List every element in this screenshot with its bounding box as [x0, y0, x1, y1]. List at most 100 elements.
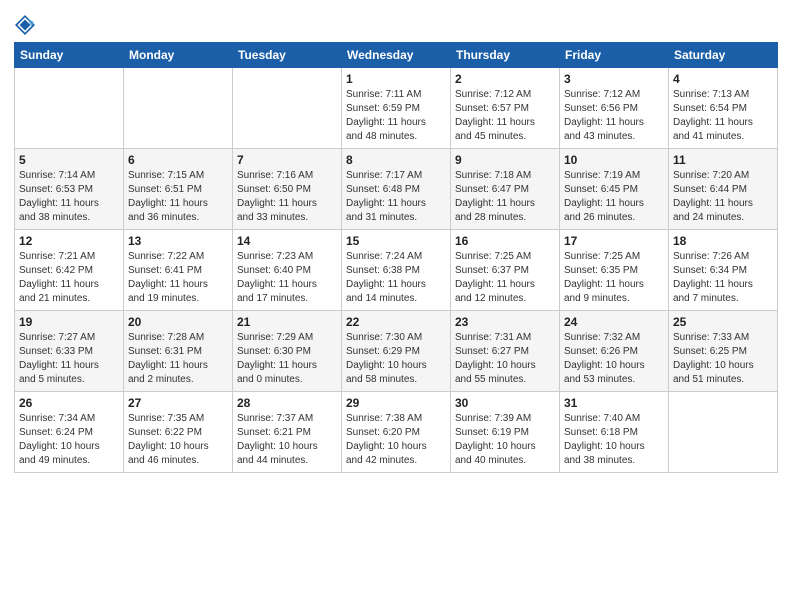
day-number: 19 [19, 315, 119, 329]
day-info: Sunrise: 7:18 AMSunset: 6:47 PMDaylight:… [455, 169, 555, 225]
day-info: Sunrise: 7:34 AMSunset: 6:24 PMDaylight:… [19, 412, 119, 468]
calendar-cell: 16 Sunrise: 7:25 AMSunset: 6:37 PMDayligh… [451, 230, 560, 311]
calendar-cell: 11 Sunrise: 7:20 AMSunset: 6:44 PMDayligh… [669, 149, 778, 230]
day-info: Sunrise: 7:40 AMSunset: 6:18 PMDaylight:… [564, 412, 664, 468]
calendar-cell: 19 Sunrise: 7:27 AMSunset: 6:33 PMDayligh… [15, 311, 124, 392]
day-number: 3 [564, 72, 664, 86]
calendar-cell: 30 Sunrise: 7:39 AMSunset: 6:19 PMDayligh… [451, 392, 560, 473]
day-number: 15 [346, 234, 446, 248]
calendar-cell: 13 Sunrise: 7:22 AMSunset: 6:41 PMDayligh… [124, 230, 233, 311]
day-number: 22 [346, 315, 446, 329]
day-number: 30 [455, 396, 555, 410]
calendar-body: 1 Sunrise: 7:11 AMSunset: 6:59 PMDaylight… [15, 68, 778, 473]
day-number: 4 [673, 72, 773, 86]
calendar-cell: 26 Sunrise: 7:34 AMSunset: 6:24 PMDayligh… [15, 392, 124, 473]
day-info: Sunrise: 7:32 AMSunset: 6:26 PMDaylight:… [564, 331, 664, 387]
day-info: Sunrise: 7:25 AMSunset: 6:37 PMDaylight:… [455, 250, 555, 306]
day-info: Sunrise: 7:29 AMSunset: 6:30 PMDaylight:… [237, 331, 337, 387]
page-container: SundayMondayTuesdayWednesdayThursdayFrid… [0, 0, 792, 483]
day-info: Sunrise: 7:33 AMSunset: 6:25 PMDaylight:… [673, 331, 773, 387]
calendar-cell: 31 Sunrise: 7:40 AMSunset: 6:18 PMDayligh… [560, 392, 669, 473]
logo [14, 14, 38, 36]
calendar-cell: 12Sunrise: 7:21 AMSunset: 6:42 PMDayligh… [15, 230, 124, 311]
weekday-header-sunday: Sunday [15, 43, 124, 68]
day-info: Sunrise: 7:14 AMSunset: 6:53 PMDaylight:… [19, 169, 119, 225]
calendar-cell: 28Sunrise: 7:37 AMSunset: 6:21 PMDayligh… [233, 392, 342, 473]
day-info: Sunrise: 7:13 AMSunset: 6:54 PMDaylight:… [673, 88, 773, 144]
day-number: 6 [128, 153, 228, 167]
calendar-cell: 2 Sunrise: 7:12 AMSunset: 6:57 PMDaylight… [451, 68, 560, 149]
day-info: Sunrise: 7:21 AMSunset: 6:42 PMDaylight:… [19, 250, 119, 306]
weekday-header-friday: Friday [560, 43, 669, 68]
day-number: 31 [564, 396, 664, 410]
day-number: 11 [673, 153, 773, 167]
day-number: 14 [237, 234, 337, 248]
weekday-header-monday: Monday [124, 43, 233, 68]
calendar-cell: 6 Sunrise: 7:15 AMSunset: 6:51 PMDaylight… [124, 149, 233, 230]
calendar-cell: 4 Sunrise: 7:13 AMSunset: 6:54 PMDaylight… [669, 68, 778, 149]
day-number: 18 [673, 234, 773, 248]
calendar-cell: 21Sunrise: 7:29 AMSunset: 6:30 PMDayligh… [233, 311, 342, 392]
calendar-cell: 25Sunrise: 7:33 AMSunset: 6:25 PMDayligh… [669, 311, 778, 392]
day-number: 5 [19, 153, 119, 167]
day-info: Sunrise: 7:25 AMSunset: 6:35 PMDaylight:… [564, 250, 664, 306]
day-number: 1 [346, 72, 446, 86]
day-info: Sunrise: 7:26 AMSunset: 6:34 PMDaylight:… [673, 250, 773, 306]
calendar-week-2: 5 Sunrise: 7:14 AMSunset: 6:53 PMDaylight… [15, 149, 778, 230]
day-info: Sunrise: 7:37 AMSunset: 6:21 PMDaylight:… [237, 412, 337, 468]
calendar-cell: 29 Sunrise: 7:38 AMSunset: 6:20 PMDayligh… [342, 392, 451, 473]
day-info: Sunrise: 7:28 AMSunset: 6:31 PMDaylight:… [128, 331, 228, 387]
day-number: 10 [564, 153, 664, 167]
day-number: 26 [19, 396, 119, 410]
day-info: Sunrise: 7:38 AMSunset: 6:20 PMDaylight:… [346, 412, 446, 468]
weekday-header-saturday: Saturday [669, 43, 778, 68]
calendar-cell: 17 Sunrise: 7:25 AMSunset: 6:35 PMDayligh… [560, 230, 669, 311]
calendar-cell: 1 Sunrise: 7:11 AMSunset: 6:59 PMDaylight… [342, 68, 451, 149]
calendar-table: SundayMondayTuesdayWednesdayThursdayFrid… [14, 42, 778, 473]
day-info: Sunrise: 7:39 AMSunset: 6:19 PMDaylight:… [455, 412, 555, 468]
day-info: Sunrise: 7:30 AMSunset: 6:29 PMDaylight:… [346, 331, 446, 387]
calendar-cell: 14Sunrise: 7:23 AMSunset: 6:40 PMDayligh… [233, 230, 342, 311]
header-row [14, 10, 778, 36]
day-info: Sunrise: 7:15 AMSunset: 6:51 PMDaylight:… [128, 169, 228, 225]
calendar-cell: 10Sunrise: 7:19 AMSunset: 6:45 PMDayligh… [560, 149, 669, 230]
day-number: 16 [455, 234, 555, 248]
day-number: 17 [564, 234, 664, 248]
day-info: Sunrise: 7:17 AMSunset: 6:48 PMDaylight:… [346, 169, 446, 225]
calendar-cell: 8 Sunrise: 7:17 AMSunset: 6:48 PMDaylight… [342, 149, 451, 230]
day-info: Sunrise: 7:27 AMSunset: 6:33 PMDaylight:… [19, 331, 119, 387]
calendar-cell: 18 Sunrise: 7:26 AMSunset: 6:34 PMDayligh… [669, 230, 778, 311]
day-info: Sunrise: 7:12 AMSunset: 6:56 PMDaylight:… [564, 88, 664, 144]
weekday-header-row: SundayMondayTuesdayWednesdayThursdayFrid… [15, 43, 778, 68]
calendar-cell: 3 Sunrise: 7:12 AMSunset: 6:56 PMDaylight… [560, 68, 669, 149]
day-info: Sunrise: 7:11 AMSunset: 6:59 PMDaylight:… [346, 88, 446, 144]
calendar-cell [233, 68, 342, 149]
weekday-header-wednesday: Wednesday [342, 43, 451, 68]
day-number: 7 [237, 153, 337, 167]
calendar-cell [669, 392, 778, 473]
day-number: 13 [128, 234, 228, 248]
day-number: 2 [455, 72, 555, 86]
calendar-cell [15, 68, 124, 149]
day-info: Sunrise: 7:20 AMSunset: 6:44 PMDaylight:… [673, 169, 773, 225]
calendar-week-1: 1 Sunrise: 7:11 AMSunset: 6:59 PMDaylight… [15, 68, 778, 149]
day-number: 8 [346, 153, 446, 167]
day-info: Sunrise: 7:12 AMSunset: 6:57 PMDaylight:… [455, 88, 555, 144]
day-info: Sunrise: 7:22 AMSunset: 6:41 PMDaylight:… [128, 250, 228, 306]
calendar-cell: 7Sunrise: 7:16 AMSunset: 6:50 PMDaylight… [233, 149, 342, 230]
calendar-week-5: 26 Sunrise: 7:34 AMSunset: 6:24 PMDayligh… [15, 392, 778, 473]
calendar-cell [124, 68, 233, 149]
calendar-cell: 24Sunrise: 7:32 AMSunset: 6:26 PMDayligh… [560, 311, 669, 392]
day-info: Sunrise: 7:24 AMSunset: 6:38 PMDaylight:… [346, 250, 446, 306]
calendar-cell: 5 Sunrise: 7:14 AMSunset: 6:53 PMDaylight… [15, 149, 124, 230]
logo-icon [14, 14, 36, 36]
day-number: 20 [128, 315, 228, 329]
calendar-week-4: 19 Sunrise: 7:27 AMSunset: 6:33 PMDayligh… [15, 311, 778, 392]
weekday-header-thursday: Thursday [451, 43, 560, 68]
calendar-cell: 9 Sunrise: 7:18 AMSunset: 6:47 PMDaylight… [451, 149, 560, 230]
day-number: 9 [455, 153, 555, 167]
day-number: 29 [346, 396, 446, 410]
day-number: 23 [455, 315, 555, 329]
calendar-cell: 23Sunrise: 7:31 AMSunset: 6:27 PMDayligh… [451, 311, 560, 392]
day-info: Sunrise: 7:35 AMSunset: 6:22 PMDaylight:… [128, 412, 228, 468]
